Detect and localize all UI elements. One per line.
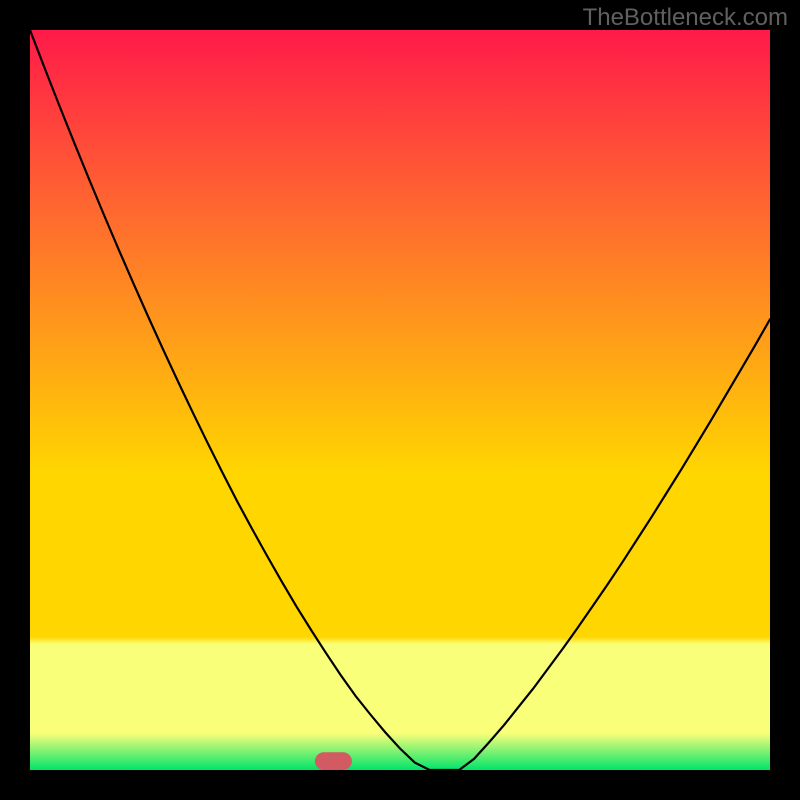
chart-background-gradient: [30, 30, 770, 770]
watermark-text: TheBottleneck.com: [583, 4, 788, 32]
chart-svg: [30, 30, 770, 770]
bottleneck-marker: [315, 752, 352, 770]
chart-plot-area: [30, 30, 770, 770]
